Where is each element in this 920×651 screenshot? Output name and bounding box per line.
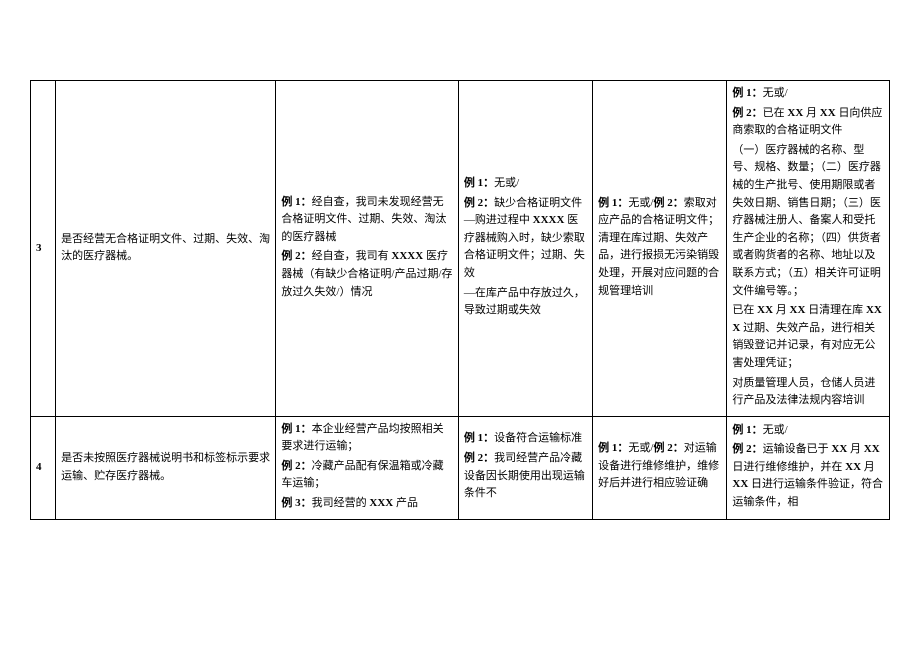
question-cell: 是否经营无合格证明文件、过期、失效、淘汰的医疗器械。: [56, 81, 276, 417]
table-row: 4 是否未按照医疗器械说明书和标签标示要求运输、贮存医疗器械。 例 1：本企业经…: [31, 416, 890, 519]
row-number: 3: [31, 81, 56, 417]
col4-cell: 例 1：无或/ 例 2：缺少合格证明文件—购进过程中 XXXX 医疗器械购入时，…: [458, 81, 592, 417]
col3-cell: 例 1：经自查，我司未发现经营无合格证明文件、过期、失效、淘汰的医疗器械 例 2…: [276, 81, 458, 417]
col5-cell: 例 1：无或/例 2：索取对应产品的合格证明文件；清理在库过期、失效产品，进行报…: [593, 81, 727, 417]
col6-cell: 例 1：无或/ 例 2：运输设备已于 XX 月 XX 日进行维修维护，并在 XX…: [727, 416, 890, 519]
row-number: 4: [31, 416, 56, 519]
table-row: 3 是否经营无合格证明文件、过期、失效、淘汰的医疗器械。 例 1：经自查，我司未…: [31, 81, 890, 417]
col4-cell: 例 1：设备符合运输标准 例 2：我司经营产品冷藏设备因长期使用出现运输条件不: [458, 416, 592, 519]
col6-cell: 例 1：无或/ 例 2：已在 XX 月 XX 日向供应商索取的合格证明文件 （一…: [727, 81, 890, 417]
document-table: 3 是否经营无合格证明文件、过期、失效、淘汰的医疗器械。 例 1：经自查，我司未…: [30, 80, 890, 520]
question-cell: 是否未按照医疗器械说明书和标签标示要求运输、贮存医疗器械。: [56, 416, 276, 519]
col3-cell: 例 1：本企业经营产品均按照相关要求进行运输； 例 2：冷藏产品配有保温箱或冷藏…: [276, 416, 458, 519]
col5-cell: 例 1：无或/例 2：对运输设备进行维修维护，维修好后并进行相应验证确: [593, 416, 727, 519]
